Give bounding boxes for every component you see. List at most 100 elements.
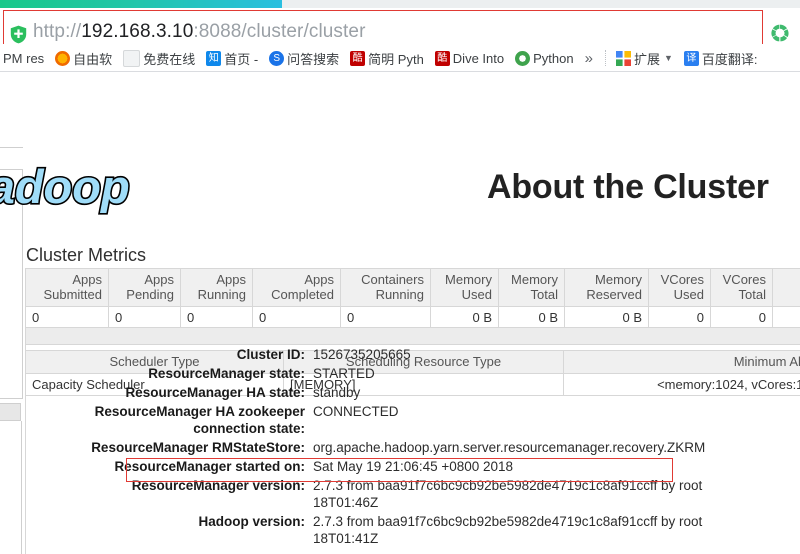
zhihu-icon: 知 [206, 50, 222, 66]
col-containers-running: Containers Running [340, 268, 431, 307]
cluster-info-table: Cluster ID: 1526735205665 ResourceManage… [25, 345, 800, 548]
info-row-zk-connection-state: ResourceManager HA zookeeper connection … [25, 402, 800, 438]
tab-strip [0, 0, 800, 8]
bookmark-item[interactable]: Python [515, 50, 574, 66]
translate-button[interactable]: 译 百度翻译: [683, 49, 758, 68]
u-circle-icon [55, 50, 71, 66]
col-memory-used: Memory Used [430, 268, 499, 307]
active-tab-indicator[interactable] [0, 0, 282, 8]
col-vcores-used: VCores Used [648, 268, 711, 307]
label-rmstatestore: ResourceManager RMStateStore: [91, 440, 305, 455]
extensions-label: 扩展 [633, 51, 660, 67]
col-extra [772, 268, 800, 307]
value-rm-state: STARTED [313, 366, 375, 381]
col-vcores-total: VCores Total [710, 268, 773, 307]
page-viewport: hadoop About the Cluster Cluster Metrics… [0, 72, 800, 554]
sidebar-divider [21, 421, 22, 554]
url-highlight-annotation [3, 10, 763, 46]
bookmark-label: 自由软 [73, 51, 113, 67]
label-zk-connection-state: ResourceManager HA zookeeper connection … [94, 404, 305, 436]
bookmark-label: Python [533, 50, 574, 66]
cluster-metrics-heading: Cluster Metrics [26, 245, 147, 265]
bookmarks-overflow-button[interactable]: » [585, 50, 593, 67]
bookmark-item[interactable]: 知 首页 - [206, 49, 258, 68]
bookmark-label: 问答搜索 [287, 51, 340, 67]
value-hadoop-version-line1: 2.7.3 from baa91f7c6bc9cb92be5982de4719c… [313, 514, 703, 529]
translate-label: 百度翻译: [701, 51, 758, 67]
col-apps-completed: Apps Completed [252, 268, 341, 307]
sidebar-collapsed-block[interactable] [0, 403, 21, 421]
info-row-rm-version: ResourceManager version: 2.7.3 from baa9… [25, 476, 800, 512]
bookmark-item[interactable]: 酷 Dive Into [434, 50, 505, 66]
label-rm-started-on: ResourceManager started on: [114, 459, 305, 474]
cell-memory-used: 0 B [430, 306, 499, 329]
table-row: 0 0 0 0 0 0 B 0 B 0 B 0 0 [25, 306, 800, 329]
value-rm-started-on: Sat May 19 21:06:45 +0800 2018 [313, 459, 514, 474]
sogou-icon: S [269, 50, 285, 66]
label-rm-version: ResourceManager version: [131, 478, 305, 493]
bookmark-label: 首页 - [224, 51, 259, 67]
ku-icon: 酷 [350, 50, 366, 66]
value-hadoop-version: 2.7.3 from baa91f7c6bc9cb92be5982de4719c… [313, 512, 800, 548]
cell-extra [772, 306, 800, 329]
label-rm-ha-state: ResourceManager HA state: [125, 385, 305, 400]
col-apps-running: Apps Running [180, 268, 253, 307]
value-rm-version: 2.7.3 from baa91f7c6bc9cb92be5982de4719c… [313, 476, 800, 512]
bookmark-item[interactable]: PM res [0, 51, 44, 66]
info-row-rmstatestore: ResourceManager RMStateStore: org.apache… [25, 438, 800, 457]
python-icon [515, 50, 531, 66]
col-memory-total: Memory Total [498, 268, 565, 307]
document-icon [123, 49, 141, 67]
info-row-rm-state: ResourceManager state: STARTED [25, 364, 800, 383]
info-row-cluster-id: Cluster ID: 1526735205665 [25, 345, 800, 364]
info-row-hadoop-version: Hadoop version: 2.7.3 from baa91f7c6bc9c… [25, 512, 800, 548]
bookmark-label: Dive Into [452, 50, 505, 66]
cell-apps-completed: 0 [252, 306, 341, 329]
cell-memory-total: 0 B [498, 306, 565, 329]
label-cluster-id: Cluster ID: [236, 347, 305, 362]
browser-chrome: http://192.168.3.10:8088/cluster/cluster… [0, 0, 800, 72]
svg-text:hadoop: hadoop [0, 160, 130, 213]
bookmark-label: 免费在线 [143, 51, 196, 67]
col-memory-reserved: Memory Reserved [564, 268, 649, 307]
toolbar-divider [604, 50, 607, 66]
cluster-metrics-table: Apps Submitted Apps Pending Apps Running… [25, 268, 800, 329]
label-rm-state: ResourceManager state: [148, 366, 305, 381]
bookmark-item[interactable]: 自由软 [55, 49, 112, 68]
bookmark-item[interactable]: 酷 简明 Pyth [350, 49, 424, 68]
value-cluster-id: 1526735205665 [313, 347, 411, 362]
value-rmstatestore: org.apache.hadoop.yarn.server.resourcema… [313, 440, 706, 455]
translate-icon: 译 [683, 50, 699, 66]
col-apps-pending: Apps Pending [108, 268, 181, 307]
value-rm-version-line1: 2.7.3 from baa91f7c6bc9cb92be5982de4719c… [313, 478, 703, 493]
cell-vcores-used: 0 [648, 306, 711, 329]
cell-apps-pending: 0 [108, 306, 181, 329]
col-apps-submitted: Apps Submitted [25, 268, 109, 307]
extensions-icon [615, 50, 631, 66]
cell-apps-running: 0 [180, 306, 253, 329]
chevron-down-icon[interactable]: ▼ [664, 53, 673, 63]
value-rm-ha-state: standby [313, 385, 361, 400]
value-zk-connection-state: CONNECTED [313, 404, 399, 419]
value-rm-version-line2: 18T01:46Z [313, 495, 379, 510]
hadoop-logo[interactable]: hadoop [0, 158, 140, 216]
info-row-rm-started-on: ResourceManager started on: Sat May 19 2… [25, 457, 800, 476]
bookmark-item[interactable]: 免费在线 [123, 49, 195, 68]
bookmark-label: PM res [3, 50, 45, 66]
refresh-spinner-icon[interactable] [770, 23, 790, 43]
ku-icon: 酷 [434, 50, 450, 66]
cell-apps-submitted: 0 [25, 306, 109, 329]
extensions-button[interactable]: 扩展 ▼ [615, 49, 673, 68]
page-title: About the Cluster [487, 168, 769, 206]
cell-memory-reserved: 0 B [564, 306, 649, 329]
info-row-rm-ha-state: ResourceManager HA state: standby [25, 383, 800, 402]
cell-vcores-total: 0 [710, 306, 773, 329]
cell-containers-running: 0 [340, 306, 431, 329]
value-hadoop-version-line2: 18T01:41Z [313, 531, 379, 546]
bookmarks-bar[interactable]: PM res 自由软 免费在线 知 首页 - S 问答搜索 酷 简明 Pyth … [0, 44, 800, 72]
cluster-info-header-strip [25, 327, 800, 345]
table-header-row: Apps Submitted Apps Pending Apps Running… [25, 268, 800, 307]
bookmark-item[interactable]: S 问答搜索 [269, 49, 339, 68]
label-hadoop-version: Hadoop version: [198, 514, 305, 529]
bookmark-label: 简明 Pyth [368, 51, 424, 67]
